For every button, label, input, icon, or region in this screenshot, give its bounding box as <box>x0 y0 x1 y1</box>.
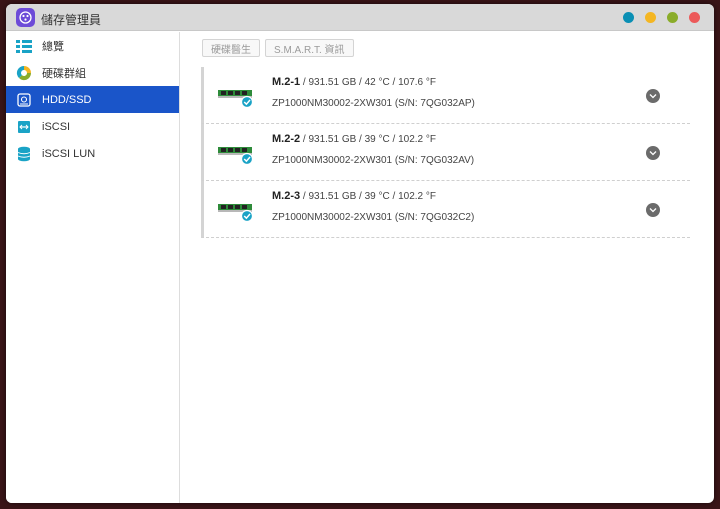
disk-details: / 931.51 GB / 39 °C / 102.2 °F <box>300 134 436 145</box>
chevron-down-icon[interactable] <box>646 146 660 160</box>
iscsi-icon <box>15 118 33 136</box>
disk-name: M.2-1 <box>272 76 301 88</box>
sidebar-item-label: 總覽 <box>42 40 64 53</box>
disk-model: ZP1000NM30002-2XW301 (S/N: 7QG032C2) <box>272 212 475 223</box>
maximize-dot-button[interactable] <box>667 12 678 23</box>
close-dot-button[interactable] <box>689 12 700 23</box>
sidebar-item-iscsi-lun[interactable]: iSCSI LUN <box>6 140 179 167</box>
info-dot-button[interactable] <box>623 12 634 23</box>
minimize-dot-button[interactable] <box>645 12 656 23</box>
disk-name: M.2-3 <box>272 190 301 202</box>
sidebar-item-label: HDD/SSD <box>42 93 92 106</box>
disk-title: M.2-2 / 931.51 GB / 39 °C / 102.2 °F <box>272 133 436 145</box>
m2-ssd-icon <box>216 198 256 224</box>
sidebar-item-iscsi[interactable]: iSCSI <box>6 113 179 140</box>
m2-ssd-icon <box>216 141 256 167</box>
hdd-ssd-icon <box>15 91 33 109</box>
disk-title: M.2-3 / 931.51 GB / 39 °C / 102.2 °F <box>272 190 436 202</box>
toolbar: 硬碟醫生 S.M.A.R.T. 資訊 <box>202 39 354 57</box>
disk-name: M.2-2 <box>272 133 301 145</box>
sidebar: 總覽 硬碟群組 HDD/SSD iSCSI iSCSI LUN <box>6 32 180 503</box>
list-item[interactable]: M.2-3 / 931.51 GB / 39 °C / 102.2 °F ZP1… <box>201 181 690 238</box>
list-item[interactable]: M.2-2 / 931.51 GB / 39 °C / 102.2 °F ZP1… <box>201 124 690 181</box>
disk-title: M.2-1 / 931.51 GB / 42 °C / 107.6 °F <box>272 76 436 88</box>
sidebar-item-disk-group[interactable]: 硬碟群組 <box>6 59 179 86</box>
chevron-down-icon[interactable] <box>646 203 660 217</box>
window-title: 儲存管理員 <box>41 13 102 27</box>
sidebar-item-overview[interactable]: 總覽 <box>6 32 179 59</box>
storage-manager-app-icon <box>16 8 35 27</box>
disk-details: / 931.51 GB / 42 °C / 107.6 °F <box>300 77 436 88</box>
disk-model: ZP1000NM30002-2XW301 (S/N: 7QG032AP) <box>272 98 475 109</box>
storage-manager-window: 儲存管理員 總覽 硬碟群組 HDD/SSD iSCSI iSCSI LUN 硬碟… <box>6 4 714 503</box>
sidebar-item-label: 硬碟群組 <box>42 67 86 80</box>
sidebar-item-label: iSCSI LUN <box>42 147 96 160</box>
smart-info-button[interactable]: S.M.A.R.T. 資訊 <box>265 39 354 57</box>
main-panel: 硬碟醫生 S.M.A.R.T. 資訊 M.2-1 / 931.51 GB / 4… <box>181 32 714 503</box>
disk-details: / 931.51 GB / 39 °C / 102.2 °F <box>300 191 436 202</box>
overview-icon <box>15 37 33 55</box>
titlebar: 儲存管理員 <box>6 4 714 31</box>
list-item[interactable]: M.2-1 / 931.51 GB / 42 °C / 107.6 °F ZP1… <box>201 67 690 124</box>
m2-ssd-icon <box>216 84 256 110</box>
chevron-down-icon[interactable] <box>646 89 660 103</box>
disk-group-icon <box>15 64 33 82</box>
iscsi-lun-icon <box>15 145 33 163</box>
sidebar-item-label: iSCSI <box>42 120 71 133</box>
disk-model: ZP1000NM30002-2XW301 (S/N: 7QG032AV) <box>272 155 475 166</box>
sidebar-item-hdd-ssd[interactable]: HDD/SSD <box>6 86 179 113</box>
disk-list: M.2-1 / 931.51 GB / 42 °C / 107.6 °F ZP1… <box>201 67 690 238</box>
disk-health-button[interactable]: 硬碟醫生 <box>202 39 260 57</box>
